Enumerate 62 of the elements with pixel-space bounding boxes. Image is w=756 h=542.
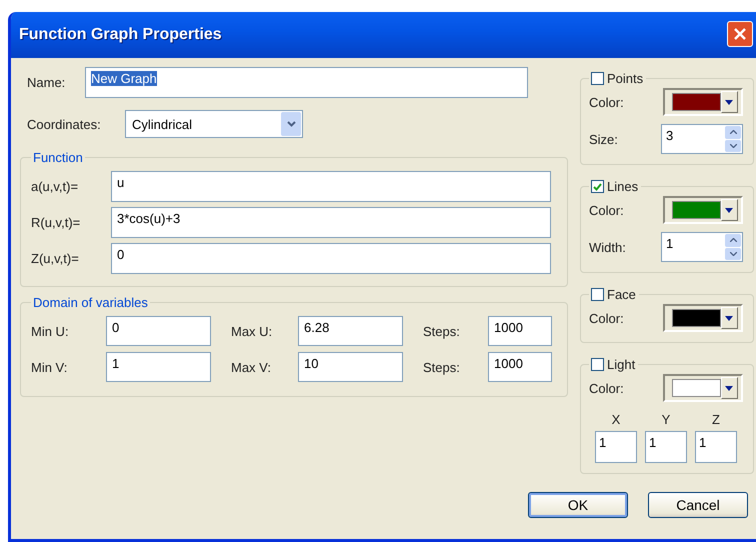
formula-field[interactable]: 0 — [111, 243, 551, 274]
close-button[interactable] — [727, 21, 753, 47]
name-label: Name: — [26, 75, 66, 90]
checkbox[interactable] — [591, 288, 604, 301]
group-title: Domain of variables — [32, 295, 149, 310]
variable-label: Min U: — [31, 324, 70, 338]
checkbox-label[interactable]: Lines — [607, 179, 638, 194]
chevron-down-icon — [286, 121, 296, 127]
dropdown-button[interactable] — [720, 91, 738, 113]
dialog-button[interactable]: Cancel — [648, 492, 748, 518]
color-picker[interactable] — [663, 88, 743, 116]
caret-icon — [725, 386, 734, 390]
caret-icon — [725, 316, 734, 320]
number-field[interactable]: 1000 — [488, 352, 552, 382]
spin-label: Width: — [589, 240, 626, 254]
checkbox[interactable] — [591, 72, 604, 85]
number-field[interactable]: 1 — [106, 352, 211, 382]
window-title: Function Graph Properties — [19, 26, 222, 44]
formula-field[interactable]: u — [111, 171, 551, 202]
color-label: Color: — [589, 310, 624, 326]
color-label: Color: — [589, 380, 624, 396]
color-picker[interactable] — [663, 304, 743, 332]
dropdown-button[interactable] — [720, 377, 738, 399]
number-field[interactable]: 1 — [595, 431, 637, 463]
color-picker[interactable] — [663, 374, 743, 402]
spin-label: Size: — [589, 132, 618, 146]
dropdown-button[interactable] — [720, 199, 738, 221]
axis-label: Z — [711, 412, 721, 427]
coordinates-label: Coordinates: — [26, 116, 102, 132]
variable-label: Max V: — [231, 360, 272, 374]
number-field[interactable]: 1 — [645, 431, 687, 463]
formula-field[interactable]: 3*cos(u)+3 — [111, 207, 551, 238]
checkbox[interactable] — [591, 358, 604, 371]
checkbox-label[interactable]: Points — [607, 71, 644, 86]
variable-label: Steps: — [423, 360, 461, 374]
variable-label: Min V: — [31, 360, 68, 374]
axis-label: X — [610, 412, 622, 427]
color-label: Color: — [589, 94, 624, 110]
formula-label: a(u,v,t)= — [31, 179, 80, 194]
number-field[interactable]: 6.28 — [298, 316, 403, 346]
axis-label: Y — [660, 412, 672, 427]
name-field[interactable]: New Graph — [85, 67, 528, 98]
dialog-button[interactable]: OK — [528, 492, 628, 518]
caret-icon — [725, 208, 734, 212]
variable-label: Max U: — [231, 324, 274, 338]
checkbox-label[interactable]: Light — [607, 357, 636, 372]
variable-label: Steps: — [423, 324, 461, 338]
group-title: Function — [32, 150, 84, 165]
caret-icon — [725, 100, 734, 104]
formula-label: R(u,v,t)= — [31, 215, 82, 230]
number-field[interactable]: 10 — [298, 352, 403, 382]
dropdown-button[interactable] — [720, 307, 738, 329]
number-field[interactable]: 1 — [695, 431, 737, 463]
number-field[interactable]: 0 — [106, 316, 211, 346]
checkbox[interactable] — [591, 180, 604, 193]
color-picker[interactable] — [663, 196, 743, 224]
checkbox-label[interactable]: Face — [607, 287, 636, 302]
coordinates-dropdown[interactable]: Cylindrical — [125, 110, 303, 138]
number-field[interactable]: 1000 — [488, 316, 552, 346]
color-label: Color: — [589, 202, 624, 218]
formula-label: Z(u,v,t)= — [31, 251, 80, 266]
close-icon — [734, 28, 746, 40]
